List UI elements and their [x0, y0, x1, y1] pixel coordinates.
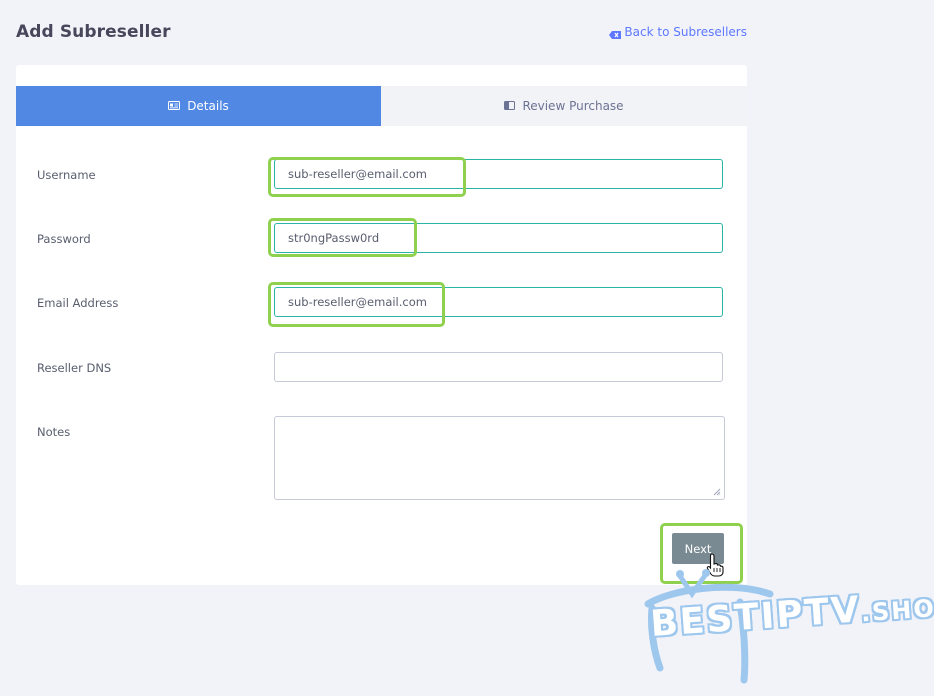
watermark-suffix: .SHOP — [860, 592, 934, 628]
email-address-field[interactable]: sub-reseller@email.com — [274, 287, 723, 317]
notes-label: Notes — [37, 425, 71, 439]
page-title: Add Subreseller — [16, 22, 171, 42]
resize-handle-icon[interactable] — [713, 488, 721, 496]
wizard-tabs: Details Review Purchase — [16, 86, 747, 126]
form-card: Details Review Purchase Username sub-res… — [16, 65, 747, 585]
email-address-label: Email Address — [37, 296, 119, 310]
back-link-label: Back to Subresellers — [624, 25, 747, 39]
back-to-subresellers-link[interactable]: Back to Subresellers — [609, 25, 747, 39]
panel-icon — [504, 99, 516, 113]
backspace-icon — [609, 28, 622, 39]
tab-details-label: Details — [187, 99, 229, 113]
notes-textarea[interactable] — [274, 416, 725, 500]
username-field[interactable]: sub-reseller@email.com — [274, 159, 723, 189]
username-label: Username — [37, 168, 96, 182]
tab-review-purchase[interactable]: Review Purchase — [381, 86, 747, 126]
page-header: Add Subreseller Back to Subresellers — [16, 20, 747, 46]
password-label: Password — [37, 232, 91, 246]
tab-details[interactable]: Details — [16, 86, 381, 126]
reseller-dns-field[interactable] — [274, 352, 723, 382]
reseller-dns-label: Reseller DNS — [37, 361, 112, 375]
password-field[interactable]: str0ngPassw0rd — [274, 223, 723, 253]
id-card-icon — [168, 99, 181, 113]
tab-review-purchase-label: Review Purchase — [522, 99, 624, 113]
